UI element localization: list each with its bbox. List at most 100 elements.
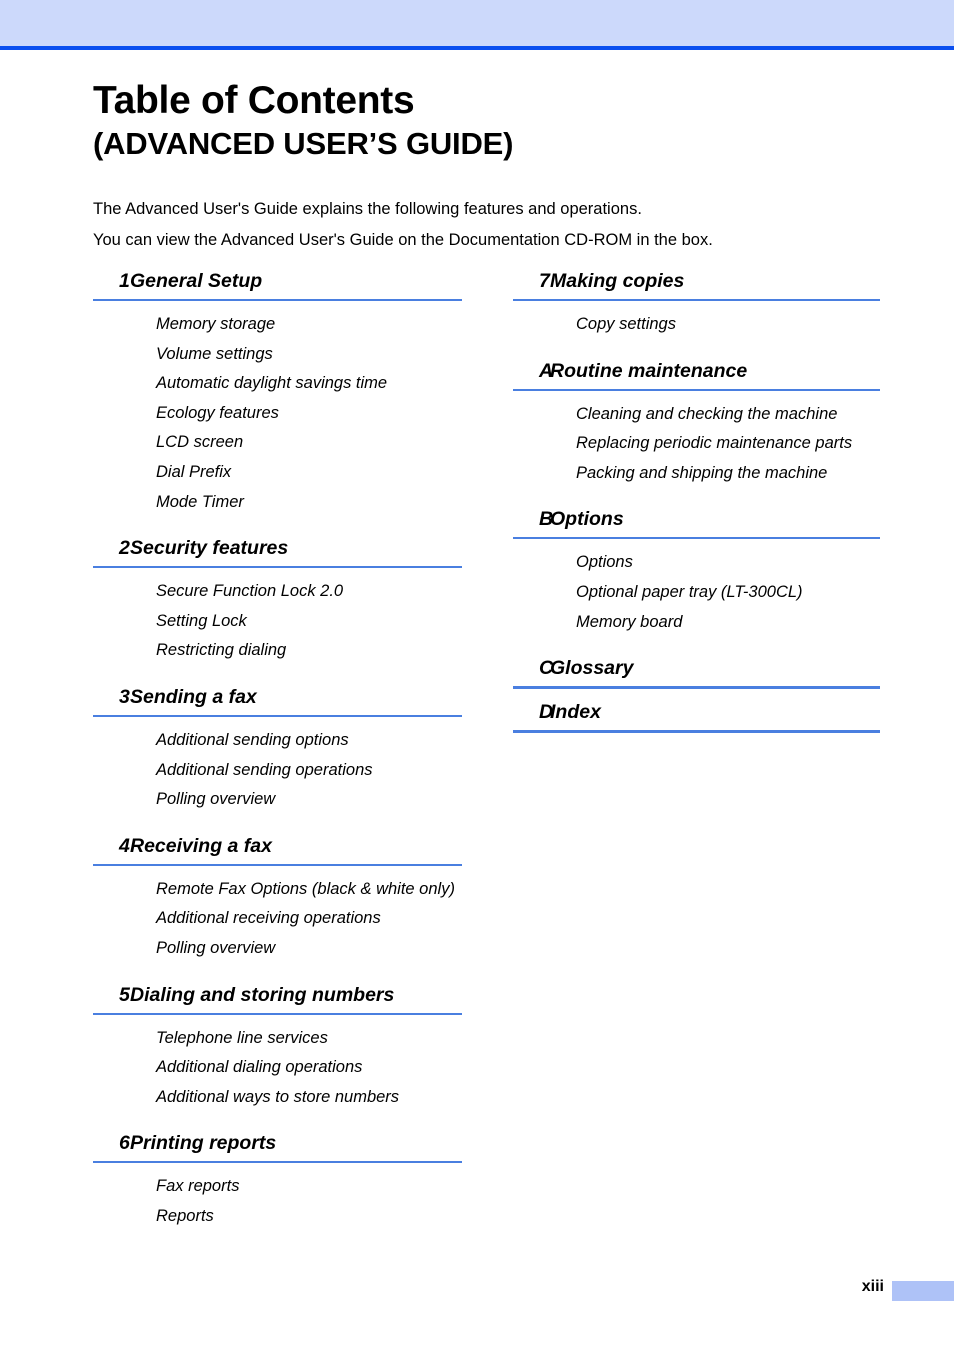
toc-chapter-rule <box>513 686 880 690</box>
toc-entry[interactable]: Additional dialing operations <box>156 1053 462 1083</box>
toc-entry[interactable]: Additional ways to store numbers <box>156 1083 462 1113</box>
toc-entry[interactable]: Volume settings <box>156 340 462 370</box>
toc-entry-list: Cleaning and checking the machine Replaci… <box>513 391 880 489</box>
toc-entry[interactable]: Restricting dialing <box>156 636 462 666</box>
intro-line-2: You can view the Advanced User's Guide o… <box>93 231 713 249</box>
toc-entry[interactable]: Remote Fax Options (black & white only) <box>156 875 462 905</box>
toc-chapter-heading[interactable]: 1 General Setup <box>93 268 462 294</box>
toc-chapter-number: 3 <box>119 685 130 708</box>
toc-chapter-rule <box>513 730 880 734</box>
intro-paragraphs: The Advanced User's Guide explains the f… <box>93 194 893 256</box>
toc-entry[interactable]: Optional paper tray (LT-300CL) <box>576 578 880 608</box>
toc-chapter-heading[interactable]: 5 Dialing and storing numbers <box>93 982 462 1008</box>
title-block: Table of Contents (ADVANCED USER’S GUIDE… <box>93 78 893 164</box>
toc-entry[interactable]: Memory board <box>576 608 880 638</box>
toc-chapter-heading[interactable]: 4 Receiving a fax <box>93 833 462 859</box>
toc-entry[interactable]: Additional sending options <box>156 726 462 756</box>
toc-entry[interactable]: Options <box>576 548 880 578</box>
toc-chapter-gap <box>513 637 880 655</box>
toc-chapter-number: 7 <box>539 270 550 292</box>
toc-entry-list: Options Optional paper tray (LT-300CL) Mem… <box>513 539 880 637</box>
toc-chapter-number: D <box>539 701 554 724</box>
toc-chapter-title: Security features <box>130 537 289 560</box>
toc-entry[interactable]: Polling overview <box>156 785 462 815</box>
toc-chapter-gap <box>93 517 462 535</box>
toc-chapter-heading[interactable]: D Index <box>513 699 880 725</box>
toc-chapter-title: Making copies <box>550 270 685 292</box>
toc-entry[interactable]: Cleaning and checking the machine <box>576 400 880 430</box>
toc-chapter-title: Options <box>550 508 624 531</box>
toc-chapter[interactable]: 1 General Setup Memory storage Volume setti… <box>93 268 462 517</box>
page-number: xiii <box>861 1278 884 1295</box>
toc-chapter-gap <box>93 815 462 833</box>
toc-chapter-title: Index <box>550 701 601 724</box>
page-subtitle: (ADVANCED USER’S GUIDE) <box>93 126 514 161</box>
toc-entry[interactable]: Additional sending operations <box>156 756 462 786</box>
toc-entry-list: Fax reports Reports <box>93 1163 462 1231</box>
footer-accent-block <box>892 1281 954 1301</box>
toc-entry[interactable]: Setting Lock <box>156 607 462 637</box>
toc-chapter-title: General Setup <box>130 270 263 292</box>
toc-entry-list: Remote Fax Options (black & white only) A… <box>93 866 462 964</box>
toc-chapter-gap <box>513 488 880 506</box>
toc-chapter-gap <box>93 1112 462 1130</box>
toc-entry-list: Secure Function Lock 2.0 Setting Lock Rest… <box>93 568 462 666</box>
toc-chapter-gap <box>513 340 880 358</box>
toc-chapter[interactable]: D Index <box>513 699 880 734</box>
toc-entry[interactable]: Memory storage <box>156 310 462 340</box>
toc-chapter-number: A <box>539 359 554 382</box>
toc-chapter-number: B <box>539 508 554 531</box>
toc-entry[interactable]: Secure Function Lock 2.0 <box>156 577 462 607</box>
toc-chapter[interactable]: B Options Options Optional paper tray (LT-3… <box>513 506 880 637</box>
toc-entry[interactable]: LCD screen <box>156 428 462 458</box>
toc-column-right: 7 Making copies Copy settings A Routine main… <box>513 268 880 734</box>
toc-entry-list: Memory storage Volume settings Automatic d… <box>93 301 462 517</box>
toc-entry[interactable]: Telephone line services <box>156 1024 462 1054</box>
toc-entry[interactable]: Reports <box>156 1202 462 1232</box>
toc-entry[interactable]: Automatic daylight savings time <box>156 369 462 399</box>
toc-chapter-heading[interactable]: 2 Security features <box>93 535 462 561</box>
page-header-band <box>0 0 954 46</box>
toc-chapter-heading[interactable]: 6 Printing reports <box>93 1130 462 1156</box>
page-title: Table of Contents <box>93 79 415 122</box>
page-header-rule <box>0 46 954 50</box>
toc-chapter-heading[interactable]: 7 Making copies <box>513 268 880 294</box>
toc-chapter-gap <box>93 666 462 684</box>
toc-chapter[interactable]: 6 Printing reports Fax reports Reports <box>93 1130 462 1231</box>
toc-chapter-number: 6 <box>119 1132 130 1155</box>
toc-entry-list: Additional sending options Additional sen… <box>93 717 462 815</box>
toc-entry[interactable]: Packing and shipping the machine <box>576 459 880 489</box>
toc-entry-list: Telephone line services Additional dialin… <box>93 1015 462 1113</box>
toc-chapter-title: Receiving a fax <box>130 834 272 857</box>
toc-chapter-title: Glossary <box>550 657 634 680</box>
toc-chapter[interactable]: 4 Receiving a fax Remote Fax Options (blac… <box>93 833 462 964</box>
toc-entry[interactable]: Replacing periodic maintenance parts <box>576 429 880 459</box>
toc-entry[interactable]: Dial Prefix <box>156 458 462 488</box>
toc-chapter-gap <box>513 689 880 699</box>
toc-chapter-number: 5 <box>119 983 130 1006</box>
toc-chapter[interactable]: 2 Security features Secure Function Lock 2… <box>93 535 462 666</box>
toc-chapter-heading[interactable]: C Glossary <box>513 655 880 681</box>
toc-chapter-number: 2 <box>119 537 130 560</box>
toc-chapter[interactable]: 7 Making copies Copy settings <box>513 268 880 340</box>
toc-entry[interactable]: Fax reports <box>156 1172 462 1202</box>
toc-chapter[interactable]: 3 Sending a fax Additional sending options… <box>93 684 462 815</box>
toc-entry[interactable]: Additional receiving operations <box>156 904 462 934</box>
toc-chapter-heading[interactable]: 3 Sending a fax <box>93 684 462 710</box>
toc-chapter-number: C <box>539 657 554 680</box>
toc-chapter-heading[interactable]: B Options <box>513 506 880 532</box>
toc-chapter-title: Sending a fax <box>130 685 257 708</box>
toc-entry[interactable]: Ecology features <box>156 399 462 429</box>
toc-chapter-title: Routine maintenance <box>550 359 748 382</box>
toc-entry[interactable]: Copy settings <box>576 310 880 340</box>
toc-entry[interactable]: Mode Timer <box>156 488 462 518</box>
toc-chapter[interactable]: A Routine maintenance Cleaning and checkin… <box>513 358 880 489</box>
toc-chapter[interactable]: C Glossary <box>513 655 880 690</box>
intro-line-1: The Advanced User's Guide explains the f… <box>93 200 642 218</box>
toc-chapter[interactable]: 5 Dialing and storing numbers Telephone li… <box>93 982 462 1113</box>
toc-chapter-number: 1 <box>119 270 130 292</box>
toc-chapter-title: Printing reports <box>130 1132 277 1155</box>
toc-chapter-number: 4 <box>119 834 130 857</box>
toc-chapter-heading[interactable]: A Routine maintenance <box>513 358 880 384</box>
toc-entry[interactable]: Polling overview <box>156 934 462 964</box>
